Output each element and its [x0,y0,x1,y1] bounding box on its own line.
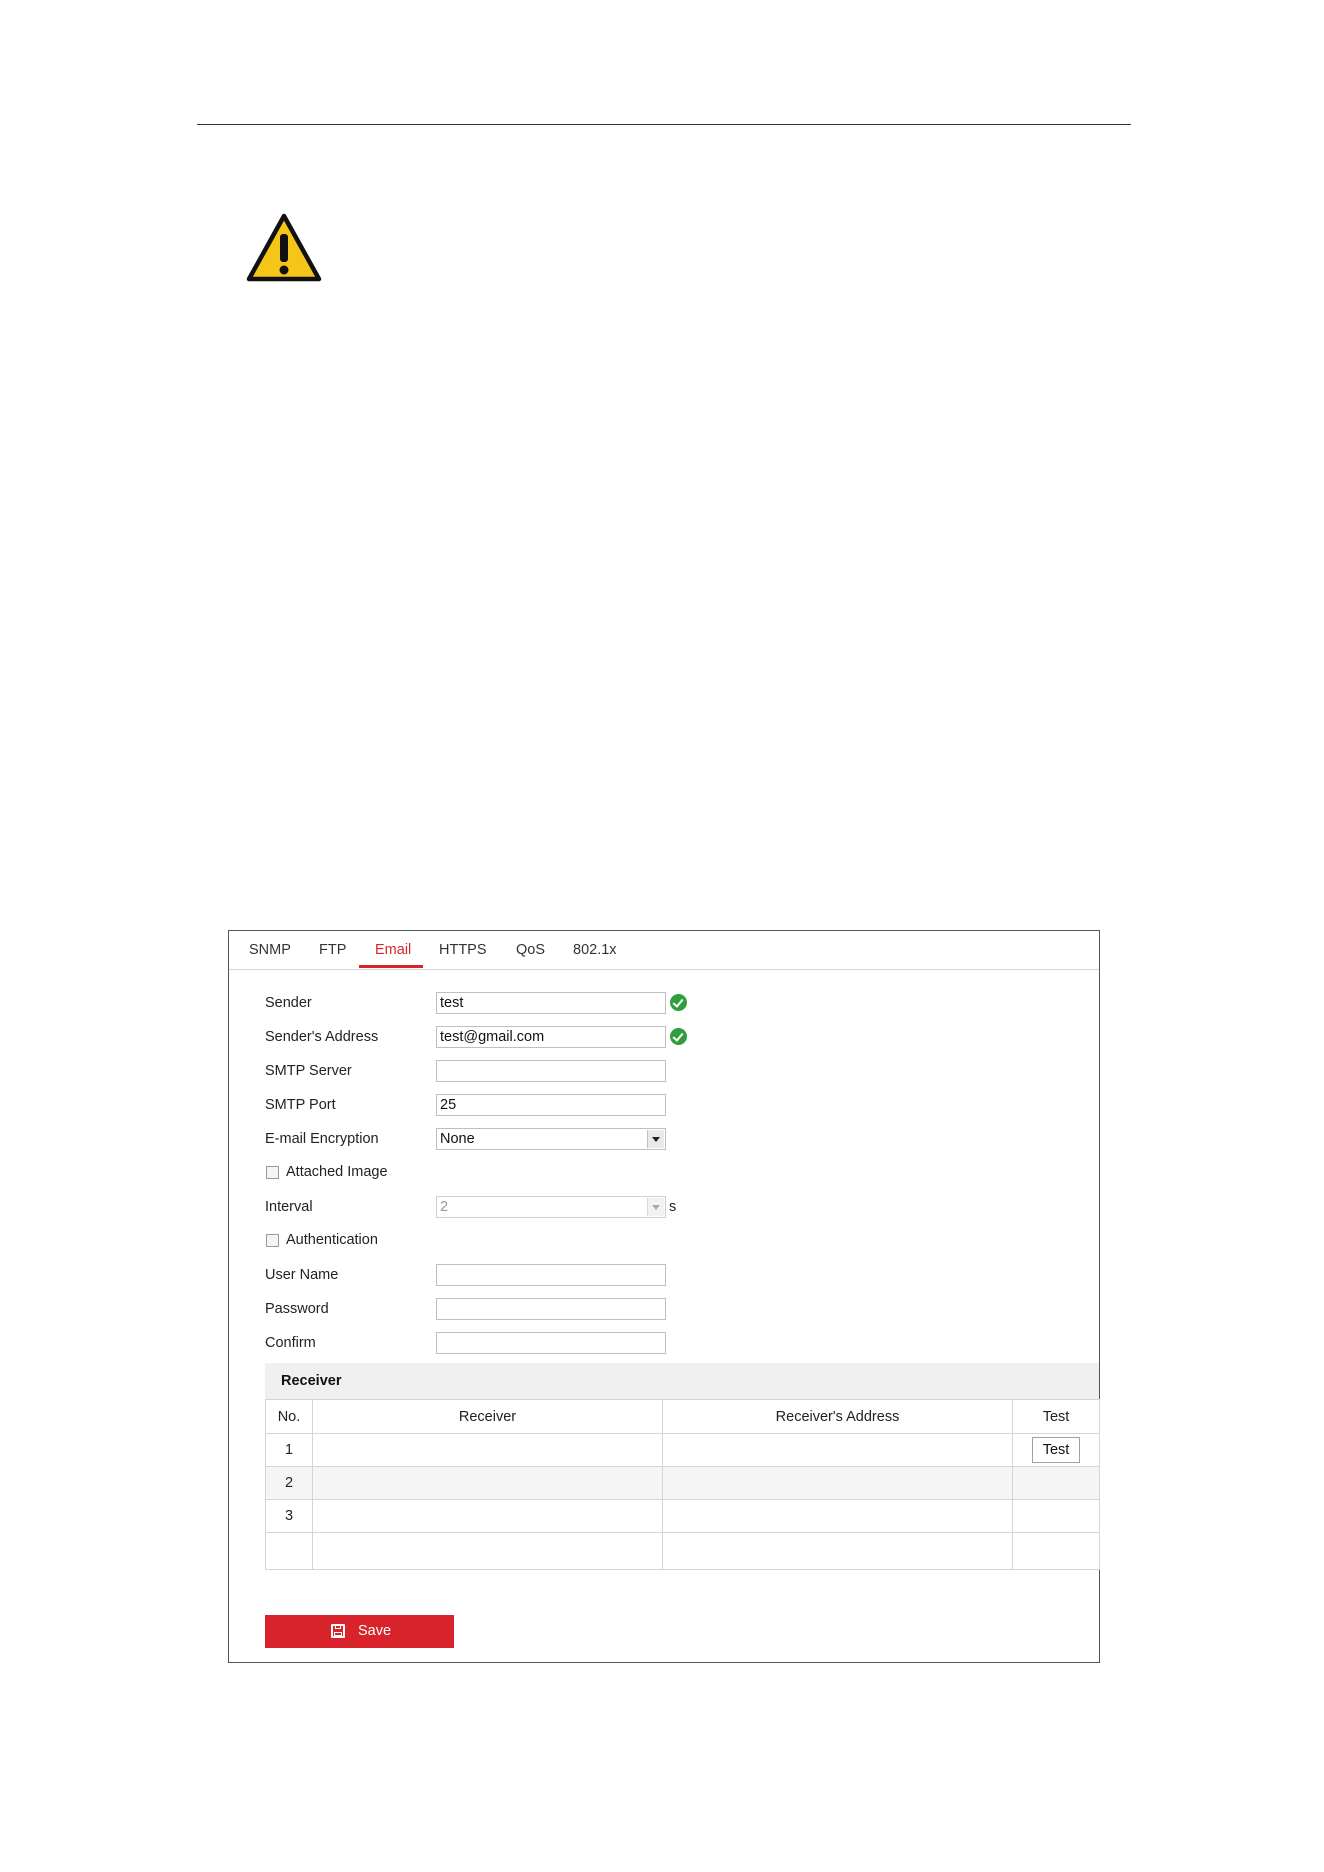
table-row-empty [265,1532,1100,1570]
receiver-address-cell[interactable] [662,1466,1013,1500]
table-row: 1 Test [265,1433,1100,1467]
sender-input[interactable]: test [436,992,666,1014]
table-row: 3 [265,1499,1100,1533]
column-header-address: Receiver's Address [662,1399,1013,1434]
active-tab-indicator [359,965,423,968]
test-cell [1012,1466,1100,1500]
encryption-label: E-mail Encryption [265,1131,379,1147]
interval-select: 2 [436,1196,666,1218]
row-number: 1 [265,1433,313,1467]
tab-snmp[interactable]: SNMP [249,931,291,969]
test-button[interactable]: Test [1032,1437,1080,1463]
page-header-rule [197,124,1131,125]
confirm-input[interactable] [436,1332,666,1354]
interval-selected-value: 2 [440,1199,449,1215]
tab-8021x[interactable]: 802.1x [573,931,617,969]
confirm-label: Confirm [265,1335,316,1351]
tab-https[interactable]: HTTPS [439,931,487,969]
row-number: 3 [265,1499,313,1533]
table-header-row: No. Receiver Receiver's Address Test [265,1399,1100,1434]
sender-label: Sender [265,995,312,1011]
tab-ftp[interactable]: FTP [319,931,346,969]
authentication-label: Authentication [286,1232,378,1248]
user-name-label: User Name [265,1267,339,1283]
column-header-test: Test [1012,1399,1100,1434]
interval-unit: s [669,1199,677,1215]
email-settings-panel: SNMP FTP Email HTTPS QoS 802.1x Sender t… [228,930,1100,1663]
sender-address-input[interactable]: test@gmail.com [436,1026,666,1048]
test-cell [1012,1499,1100,1533]
receiver-address-cell[interactable] [662,1433,1013,1467]
encryption-selected-value: None [440,1131,475,1147]
empty-cell [1012,1532,1100,1570]
authentication-checkbox[interactable] [266,1234,279,1247]
smtp-port-input[interactable]: 25 [436,1094,666,1116]
column-header-receiver: Receiver [312,1399,663,1434]
receiver-section-title: Receiver [281,1373,342,1389]
warning-icon [246,213,322,282]
password-label: Password [265,1301,329,1317]
check-circle-icon [670,994,687,1011]
tab-qos[interactable]: QoS [516,931,545,969]
check-circle-icon [670,1028,687,1045]
attached-image-checkbox[interactable] [266,1166,279,1179]
chevron-down-icon [647,1198,664,1216]
empty-cell [662,1532,1013,1570]
receiver-name-cell[interactable] [312,1499,663,1533]
save-button-label: Save [358,1623,392,1639]
tab-bar: SNMP FTP Email HTTPS QoS 802.1x [229,931,1099,970]
encryption-select[interactable]: None [436,1128,666,1150]
table-row: 2 [265,1466,1100,1500]
column-header-no: No. [265,1399,313,1434]
attached-image-label: Attached Image [286,1164,388,1180]
floppy-disk-icon [331,1624,345,1638]
smtp-server-label: SMTP Server [265,1063,352,1079]
test-cell: Test [1012,1433,1100,1467]
empty-cell [312,1532,663,1570]
smtp-port-label: SMTP Port [265,1097,336,1113]
receiver-address-cell[interactable] [662,1499,1013,1533]
tab-email[interactable]: Email [375,931,411,969]
receiver-section-header [265,1363,1099,1399]
user-name-input[interactable] [436,1264,666,1286]
chevron-down-icon[interactable] [647,1130,664,1148]
row-number: 2 [265,1466,313,1500]
smtp-server-input[interactable] [436,1060,666,1082]
empty-cell [265,1532,313,1570]
sender-address-label: Sender's Address [265,1029,379,1045]
interval-label: Interval [265,1199,313,1215]
receiver-table: No. Receiver Receiver's Address Test 1 T… [265,1399,1100,1570]
receiver-name-cell[interactable] [312,1466,663,1500]
password-input[interactable] [436,1298,666,1320]
receiver-name-cell[interactable] [312,1433,663,1467]
save-button[interactable]: Save [265,1615,454,1648]
